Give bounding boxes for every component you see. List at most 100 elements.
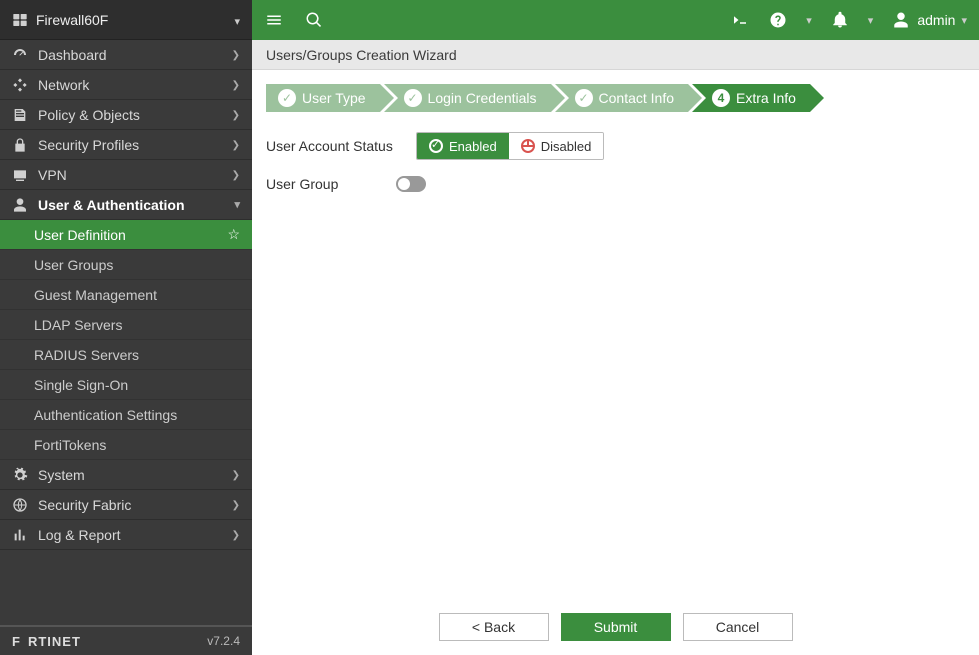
user-icon: [12, 197, 28, 213]
status-segmented: Enabled Disabled: [416, 132, 604, 160]
sidebar-header[interactable]: Firewall60F: [0, 0, 252, 40]
sidebar-sub-label: User Definition: [34, 227, 126, 243]
cancel-button[interactable]: Cancel: [683, 613, 793, 641]
sidebar-item-label: Policy & Objects: [38, 107, 140, 123]
sidebar-item-label: System: [38, 467, 85, 483]
policy-icon: [12, 107, 28, 123]
step-login-credentials[interactable]: ✓ Login Credentials: [384, 84, 551, 112]
submit-button[interactable]: Submit: [561, 613, 671, 641]
sidebar-item-log-report[interactable]: Log & Report: [0, 520, 252, 550]
notif-dropdown-icon[interactable]: [868, 11, 874, 29]
brand-logo: FRTINET: [12, 634, 81, 649]
sidebar-sub-label: Single Sign-On: [34, 377, 128, 393]
disabled-label: Disabled: [541, 139, 592, 154]
step-number: 4: [712, 89, 730, 107]
status-label: User Account Status: [266, 138, 416, 154]
sidebar-item-label: Log & Report: [38, 527, 121, 543]
favorite-star-icon[interactable]: ☆: [227, 226, 240, 243]
bell-icon[interactable]: [830, 10, 850, 30]
menu-toggle-icon[interactable]: [264, 10, 284, 30]
chevron-right-icon: [232, 469, 240, 481]
sidebar-item-label: Security Fabric: [38, 497, 131, 513]
topbar: admin: [252, 0, 979, 40]
device-icon: [12, 12, 28, 28]
vpn-icon: [12, 167, 28, 183]
sidebar-sub-label: LDAP Servers: [34, 317, 122, 333]
sidebar-sub-label: User Groups: [34, 257, 113, 273]
sidebar-item-label: User & Authentication: [38, 197, 185, 213]
sidebar-sub-radius[interactable]: RADIUS Servers: [0, 340, 252, 370]
chevron-right-icon: [232, 79, 240, 91]
sidebar-item-security-fabric[interactable]: Security Fabric: [0, 490, 252, 520]
user-group-toggle[interactable]: [396, 176, 426, 192]
hostname-dropdown-icon[interactable]: [234, 12, 240, 28]
sidebar-sub-label: Authentication Settings: [34, 407, 177, 423]
cli-icon[interactable]: [730, 10, 750, 30]
network-icon: [12, 77, 28, 93]
check-icon: ✓: [404, 89, 422, 107]
lock-icon: [12, 137, 28, 153]
help-icon[interactable]: [768, 10, 788, 30]
fabric-icon: [12, 497, 28, 513]
hostname: Firewall60F: [36, 12, 108, 28]
content: ✓ User Type ✓ Login Credentials ✓ Contac…: [252, 70, 979, 655]
cancel-label: Cancel: [716, 619, 760, 635]
user-menu[interactable]: admin: [891, 10, 967, 30]
disabled-icon: [521, 139, 535, 153]
check-icon: ✓: [278, 89, 296, 107]
status-enabled-button[interactable]: Enabled: [417, 133, 509, 159]
sidebar-item-dashboard[interactable]: Dashboard: [0, 40, 252, 70]
step-label: Contact Info: [599, 90, 675, 106]
sidebar-item-security-profiles[interactable]: Security Profiles: [0, 130, 252, 160]
sidebar-item-vpn[interactable]: VPN: [0, 160, 252, 190]
chevron-right-icon: [232, 49, 240, 61]
row-account-status: User Account Status Enabled Disabled: [266, 130, 965, 162]
chevron-right-icon: [232, 499, 240, 511]
sidebar-item-system[interactable]: System: [0, 460, 252, 490]
wizard-buttons: < Back Submit Cancel: [252, 613, 979, 641]
sidebar-sub-ldap[interactable]: LDAP Servers: [0, 310, 252, 340]
sidebar-sub-sso[interactable]: Single Sign-On: [0, 370, 252, 400]
check-icon: ✓: [575, 89, 593, 107]
firmware-version: v7.2.4: [207, 634, 240, 648]
help-dropdown-icon[interactable]: [806, 11, 812, 29]
enabled-label: Enabled: [449, 139, 497, 154]
gear-icon: [12, 467, 28, 483]
dashboard-icon: [12, 47, 28, 63]
back-label: < Back: [472, 619, 515, 635]
enabled-icon: [429, 139, 443, 153]
chevron-right-icon: [232, 139, 240, 151]
chevron-down-icon: [234, 198, 240, 211]
sidebar-item-label: Network: [38, 77, 89, 93]
search-icon[interactable]: [304, 10, 324, 30]
sidebar-item-label: VPN: [38, 167, 67, 183]
sidebar-sub-user-groups[interactable]: User Groups: [0, 250, 252, 280]
step-label: Extra Info: [736, 90, 796, 106]
sidebar-sub-auth-settings[interactable]: Authentication Settings: [0, 400, 252, 430]
sidebar-sub-label: Guest Management: [34, 287, 157, 303]
step-label: Login Credentials: [428, 90, 537, 106]
row-user-group: User Group: [266, 168, 965, 200]
main: admin Users/Groups Creation Wizard ✓ Use…: [252, 0, 979, 655]
status-disabled-button[interactable]: Disabled: [509, 133, 604, 159]
back-button[interactable]: < Back: [439, 613, 549, 641]
sidebar-sub-user-definition[interactable]: User Definition ☆: [0, 220, 252, 250]
sidebar-item-label: Dashboard: [38, 47, 107, 63]
step-label: User Type: [302, 90, 366, 106]
step-user-type[interactable]: ✓ User Type: [266, 84, 380, 112]
sidebar-sub-guest-mgmt[interactable]: Guest Management: [0, 280, 252, 310]
sidebar-sub-label: RADIUS Servers: [34, 347, 139, 363]
sidebar-item-network[interactable]: Network: [0, 70, 252, 100]
report-icon: [12, 527, 28, 543]
step-extra-info[interactable]: 4 Extra Info: [692, 84, 810, 112]
chevron-right-icon: [232, 529, 240, 541]
page-title: Users/Groups Creation Wizard: [252, 40, 979, 70]
sidebar-sub-fortitokens[interactable]: FortiTokens: [0, 430, 252, 460]
sidebar-item-user-auth[interactable]: User & Authentication: [0, 190, 252, 220]
step-contact-info[interactable]: ✓ Contact Info: [555, 84, 689, 112]
submit-label: Submit: [594, 619, 638, 635]
sidebar-item-policy[interactable]: Policy & Objects: [0, 100, 252, 130]
sidebar-nav: Dashboard Network Policy & Objects Secur…: [0, 40, 252, 625]
wizard-steps: ✓ User Type ✓ Login Credentials ✓ Contac…: [266, 84, 965, 112]
user-label: admin: [917, 12, 955, 28]
